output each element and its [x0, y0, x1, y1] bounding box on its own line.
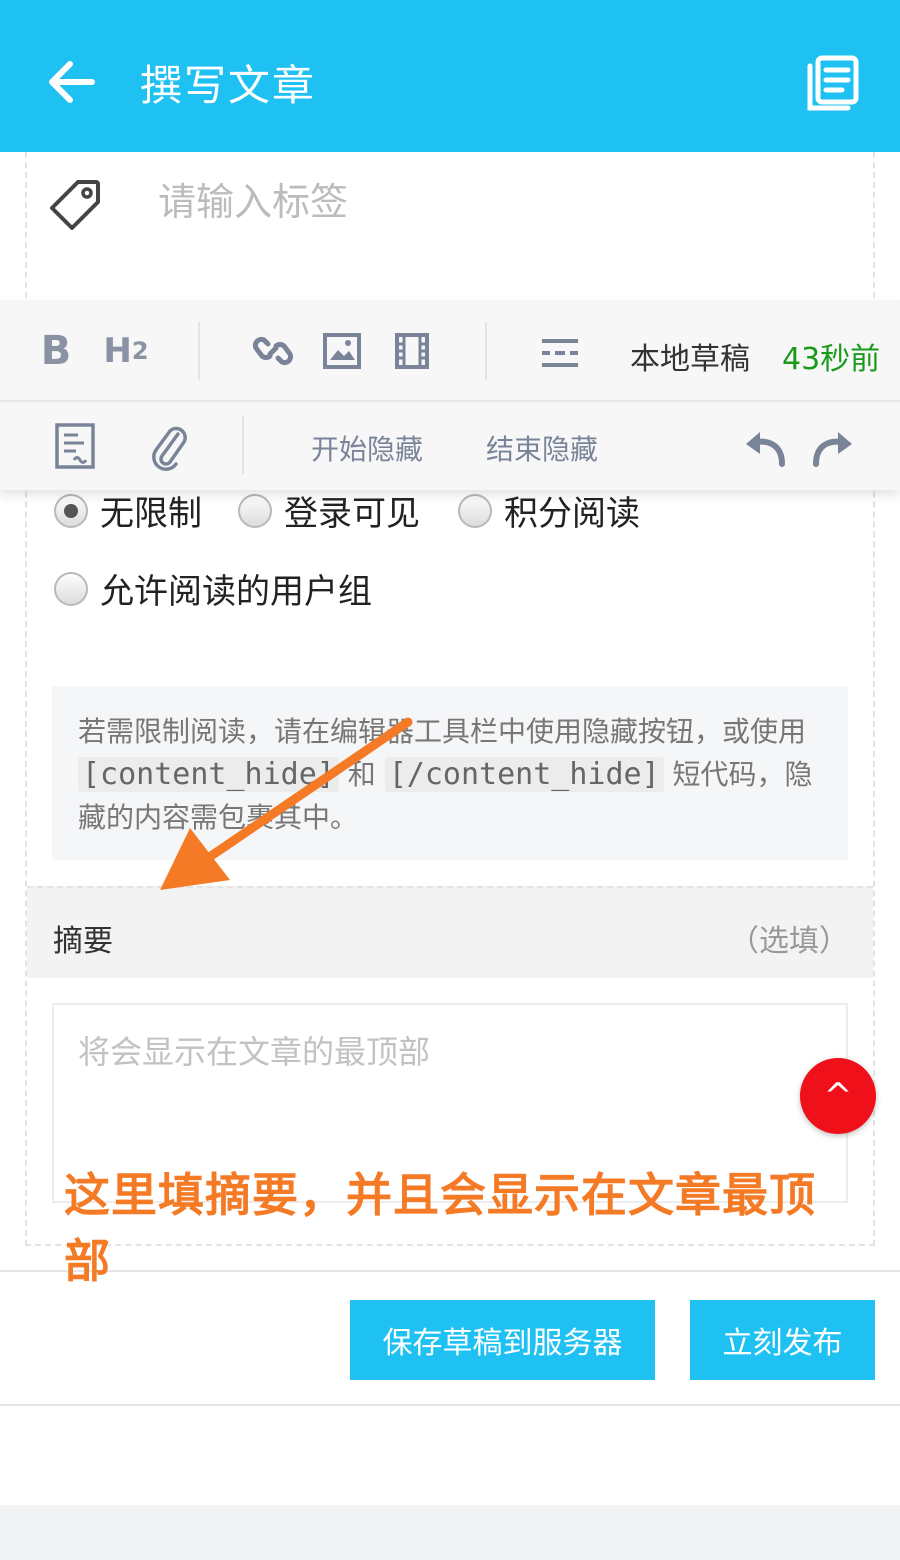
local-draft-label: 本地草稿 [630, 342, 750, 377]
toolbar-divider [242, 416, 244, 474]
radio-dot[interactable] [54, 571, 88, 606]
editor-toolbar: B H2 [0, 300, 900, 490]
radio-user-groups[interactable]: 允许阅读的用户组 [54, 564, 372, 613]
hint-code-open: [content_hide] [78, 757, 339, 792]
scroll-to-top-button[interactable]: ^ [800, 1058, 876, 1134]
app-bar: 撰写文章 [0, 0, 900, 152]
annotation-text: 这里填摘要，并且会显示在文章最顶部 [64, 1168, 816, 1288]
radio-label: 积分阅读 [504, 494, 640, 534]
hide-start-button[interactable]: 开始隐藏 [311, 428, 423, 468]
summary-header: 摘要 （选填） [27, 886, 873, 978]
toolbar-divider [485, 322, 487, 380]
hint-text: 若需限制阅读，请在编辑器工具栏中使用隐藏按钮，或使用 [78, 715, 807, 748]
summary-optional-label: （选填） [729, 924, 849, 959]
redo-icon[interactable] [810, 428, 856, 468]
footer-strip [0, 1505, 900, 1560]
radio-points-read[interactable]: 积分阅读 [458, 486, 640, 535]
save-draft-button[interactable]: 保存草稿到服务器 [350, 1300, 655, 1380]
video-icon[interactable] [394, 332, 430, 370]
toolbar-row-insert [0, 402, 900, 490]
radio-label: 允许阅读的用户组 [100, 572, 372, 612]
hint-text: 和 [347, 758, 376, 791]
heading2-label: H [103, 331, 132, 371]
image-icon[interactable] [322, 332, 362, 370]
undo-icon[interactable] [742, 428, 788, 468]
toolbar-row-format: B H2 [0, 300, 900, 402]
heading2-button[interactable]: H2 [100, 326, 152, 376]
page-title: 撰写文章 [140, 61, 317, 110]
radio-label: 无限制 [100, 494, 202, 534]
hint-code-close: [/content_hide] [384, 757, 664, 792]
tag-icon [50, 180, 100, 230]
heading2-sub: 2 [131, 337, 149, 365]
arrow-left-icon[interactable] [40, 50, 104, 114]
hide-end-button[interactable]: 结束隐藏 [486, 428, 598, 468]
radio-label: 登录可见 [284, 494, 420, 534]
document-list-icon[interactable] [800, 50, 864, 114]
radio-dot[interactable] [458, 493, 492, 528]
radio-unrestricted[interactable]: 无限制 [54, 486, 202, 535]
bold-button[interactable]: B [34, 326, 78, 376]
radio-dot[interactable] [238, 493, 272, 528]
radio-dot-checked[interactable] [54, 493, 88, 528]
publish-button[interactable]: 立刻发布 [690, 1300, 875, 1380]
radio-login-visible[interactable]: 登录可见 [238, 486, 420, 535]
write-article-page: 撰写文章 B H2 [0, 0, 900, 1560]
more-icon[interactable] [538, 336, 582, 370]
hide-content-hint: 若需限制阅读，请在编辑器工具栏中使用隐藏按钮，或使用 [content_hide… [52, 686, 848, 860]
toolbar-divider [198, 322, 200, 380]
link-icon[interactable] [252, 330, 294, 372]
summary-title: 摘要 [53, 924, 113, 959]
attachment-icon[interactable] [148, 420, 190, 472]
tag-input[interactable] [158, 172, 838, 232]
draft-saved-time: 43秒前 [782, 342, 881, 377]
summary-doc-icon[interactable] [54, 422, 96, 470]
